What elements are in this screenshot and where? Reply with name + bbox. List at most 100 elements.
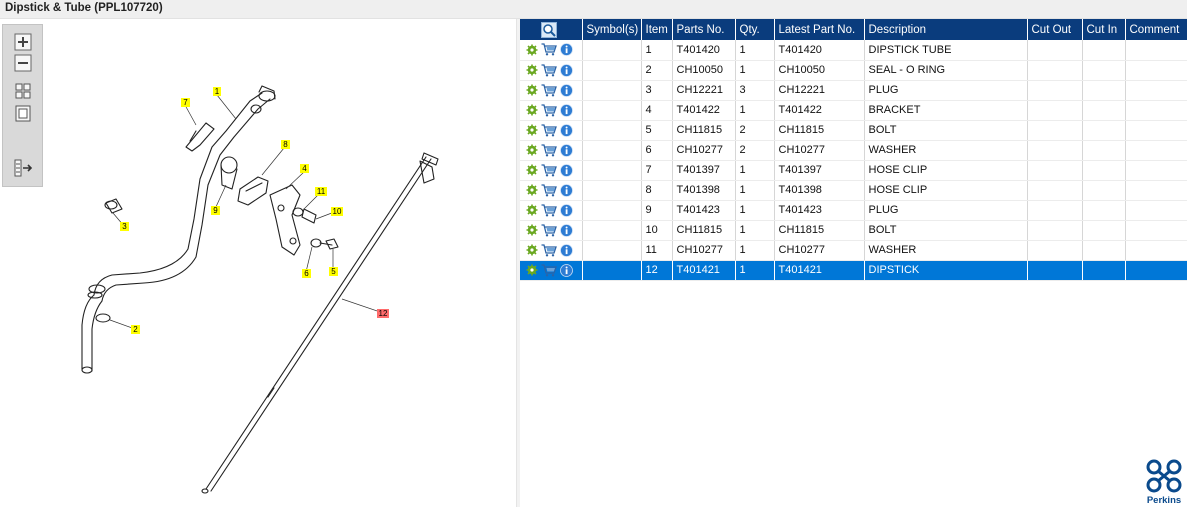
info-icon[interactable] [560,263,573,277]
zoom-out-button[interactable] [13,54,33,72]
latest-part-no-cell[interactable]: T401397 [774,160,865,181]
callout-8[interactable]: 8 [281,140,290,149]
info-icon[interactable] [560,203,573,217]
table-row[interactable]: 5 CH11815 2 CH11815 BOLT [520,120,1187,141]
gear-icon[interactable] [526,224,538,236]
latest-part-no-cell[interactable]: CH11815 [774,220,865,241]
parts-no-cell[interactable]: T401398 [672,180,736,201]
qty-column-header[interactable]: Qty. [735,19,775,40]
parts-no-cell[interactable]: T401421 [672,260,736,281]
info-icon[interactable] [560,123,573,137]
latest-part-no-cell[interactable]: CH10277 [774,240,865,261]
gear-icon[interactable] [526,184,538,196]
parts-no-cell[interactable]: CH10277 [672,240,736,261]
parts-no-cell[interactable]: T401420 [672,40,736,61]
parts-no-cell[interactable]: T401423 [672,200,736,221]
table-row[interactable]: 4 T401422 1 T401422 BRACKET [520,100,1187,121]
info-icon[interactable] [560,83,573,97]
cart-icon[interactable] [541,243,557,257]
latest-part-no-cell[interactable]: T401423 [774,200,865,221]
callout-2[interactable]: 2 [131,325,140,334]
cut-out-column-header[interactable]: Cut Out [1027,19,1083,40]
latest-part-no-cell[interactable]: CH11815 [774,120,865,141]
comment-column-header[interactable]: Comment [1125,19,1187,40]
fit-page-button[interactable] [13,82,33,100]
callout-3[interactable]: 3 [120,222,129,231]
parts-no-cell[interactable]: CH10277 [672,140,736,161]
info-icon[interactable] [560,243,573,257]
gear-icon[interactable] [526,124,538,136]
info-icon[interactable] [560,103,573,117]
latest-part-no-cell[interactable]: T401421 [774,260,865,281]
parts-no-column-header[interactable]: Parts No. [672,19,736,40]
table-row[interactable]: 11 CH10277 1 CH10277 WASHER [520,240,1187,261]
info-icon[interactable] [560,43,573,57]
table-row[interactable]: 1 T401420 1 T401420 DIPSTICK TUBE [520,40,1187,61]
cart-icon[interactable] [541,263,557,277]
search-column-header[interactable] [520,19,583,40]
exploded-diagram[interactable]: 1 2 3 4 5 6 7 8 9 10 11 12 [0,19,516,507]
info-icon[interactable] [560,183,573,197]
fit-width-button[interactable] [13,105,33,123]
cart-icon[interactable] [541,143,557,157]
search-icon[interactable] [541,21,558,38]
parts-no-cell[interactable]: T401397 [672,160,736,181]
cart-icon[interactable] [541,223,557,237]
cut-in-column-header[interactable]: Cut In [1082,19,1126,40]
table-row[interactable]: 3 CH12221 3 CH12221 PLUG [520,80,1187,101]
callout-4[interactable]: 4 [300,164,309,173]
callout-7[interactable]: 7 [181,98,190,107]
cart-icon[interactable] [541,123,557,137]
table-row[interactable]: 12 T401421 1 T401421 DIPSTICK [520,260,1187,281]
gear-icon[interactable] [526,64,538,76]
parts-no-cell[interactable]: T401422 [672,100,736,121]
export-button[interactable] [13,159,33,177]
callout-12[interactable]: 12 [377,309,389,318]
table-row[interactable]: 9 T401423 1 T401423 PLUG [520,200,1187,221]
cart-icon[interactable] [541,183,557,197]
info-icon[interactable] [560,223,573,237]
zoom-in-button[interactable] [13,33,33,51]
gear-icon[interactable] [526,84,538,96]
table-row[interactable]: 2 CH10050 1 CH10050 SEAL - O RING [520,60,1187,81]
parts-no-cell[interactable]: CH11815 [672,220,736,241]
gear-icon[interactable] [526,104,538,116]
callout-10[interactable]: 10 [331,207,343,216]
symbols-column-header[interactable]: Symbol(s) [582,19,642,40]
cart-icon[interactable] [541,83,557,97]
table-row[interactable]: 7 T401397 1 T401397 HOSE CLIP [520,160,1187,181]
cart-icon[interactable] [541,203,557,217]
gear-icon[interactable] [526,164,538,176]
parts-no-cell[interactable]: CH11815 [672,120,736,141]
description-column-header[interactable]: Description [864,19,1028,40]
cart-icon[interactable] [541,103,557,117]
info-icon[interactable] [560,163,573,177]
callout-9[interactable]: 9 [211,206,220,215]
info-icon[interactable] [560,63,573,77]
callout-5[interactable]: 5 [329,267,338,276]
parts-no-cell[interactable]: CH10050 [672,60,736,81]
callout-6[interactable]: 6 [302,269,311,278]
info-icon[interactable] [560,143,573,157]
diagram-pane[interactable]: 1 2 3 4 5 6 7 8 9 10 11 12 [0,19,516,507]
latest-part-no-cell[interactable]: CH12221 [774,80,865,101]
cart-icon[interactable] [541,163,557,177]
gear-icon[interactable] [526,244,538,256]
table-row[interactable]: 8 T401398 1 T401398 HOSE CLIP [520,180,1187,201]
gear-icon[interactable] [526,144,538,156]
cart-icon[interactable] [541,43,557,56]
latest-part-no-cell[interactable]: T401422 [774,100,865,121]
gear-icon[interactable] [526,264,538,276]
cart-icon[interactable] [541,63,557,77]
latest-part-no-cell[interactable]: T401398 [774,180,865,201]
callout-1[interactable]: 1 [213,87,221,96]
latest-part-no-cell[interactable]: CH10050 [774,60,865,81]
item-column-header[interactable]: Item [641,19,673,40]
gear-icon[interactable] [526,204,538,216]
latest-part-no-cell[interactable]: T401420 [774,40,865,61]
latest-part-no-cell[interactable]: CH10277 [774,140,865,161]
gear-icon[interactable] [526,44,538,56]
callout-11[interactable]: 11 [315,187,327,196]
table-row[interactable]: 6 CH10277 2 CH10277 WASHER [520,140,1187,161]
latest-part-no-column-header[interactable]: Latest Part No. [774,19,865,40]
